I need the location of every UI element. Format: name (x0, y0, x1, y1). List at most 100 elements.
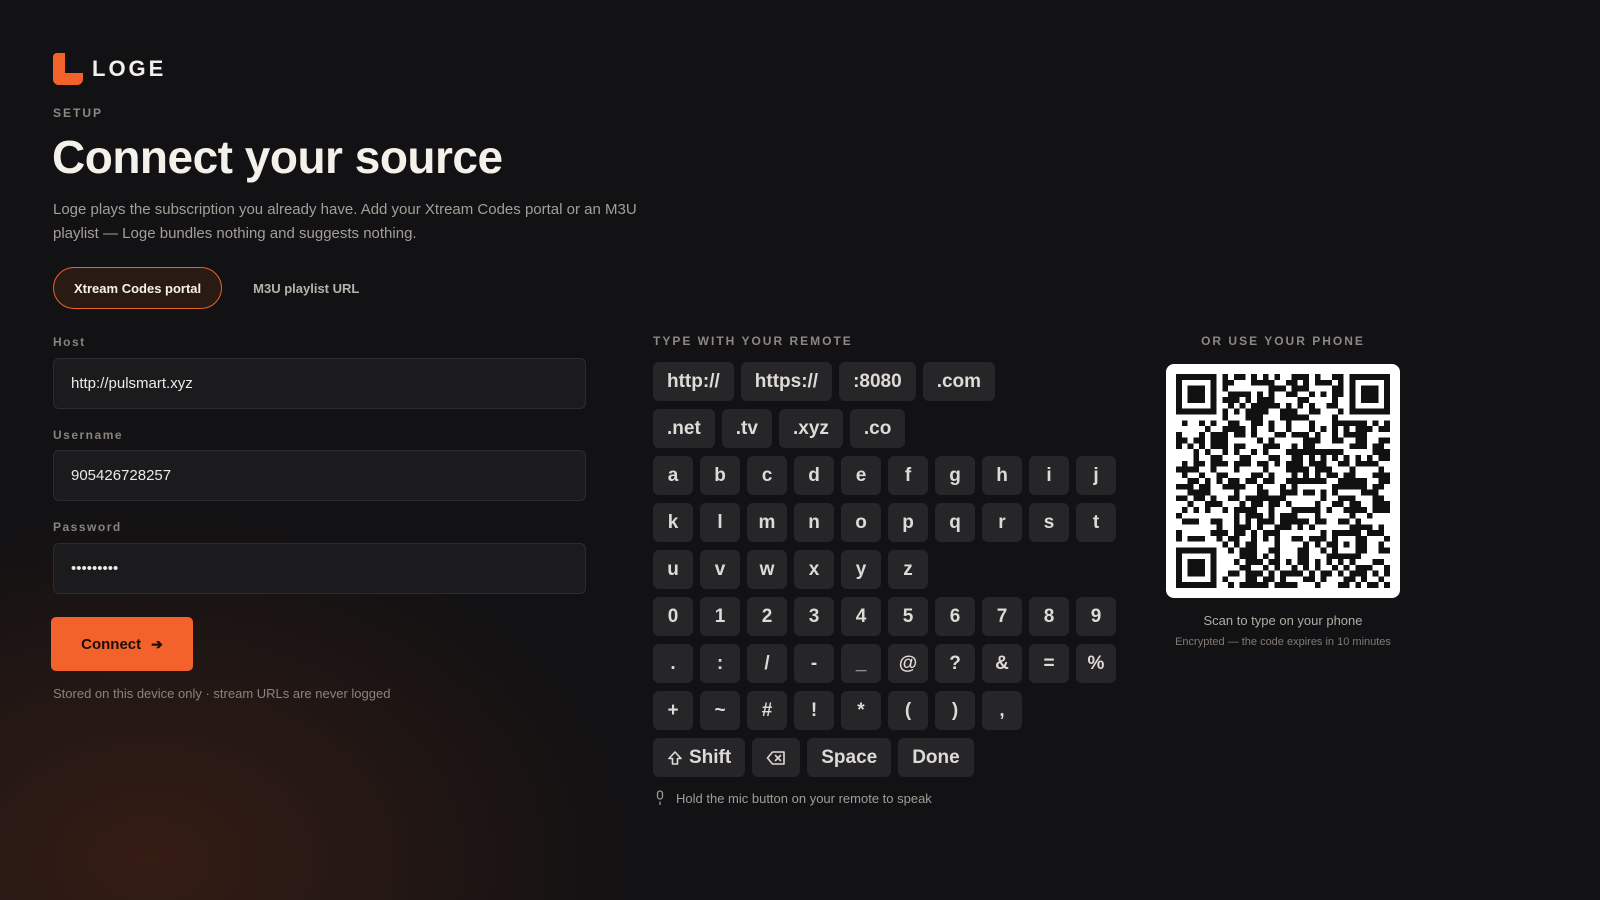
username-input[interactable] (53, 450, 586, 501)
key-digits[interactable]: 7 (982, 597, 1022, 636)
key-letters-row3[interactable]: z (888, 550, 928, 589)
space-key[interactable]: Space (807, 738, 892, 777)
key-digits[interactable]: 6 (935, 597, 975, 636)
key-digits[interactable]: 1 (700, 597, 740, 636)
host-label: Host (53, 335, 86, 349)
key-symbols-row2[interactable]: ( (888, 691, 928, 730)
key-letters-row1[interactable]: f (888, 456, 928, 495)
key-symbols-row1[interactable]: . (653, 644, 693, 683)
qr-code-image (1176, 374, 1390, 588)
key-symbols-row1[interactable]: = (1029, 644, 1069, 683)
key-letters-row1[interactable]: d (794, 456, 834, 495)
key-letters-row1[interactable]: a (653, 456, 693, 495)
shift-arrow-icon (668, 750, 682, 765)
key-digits[interactable]: 8 (1029, 597, 1069, 636)
key-letters-row3[interactable]: y (841, 550, 881, 589)
key-symbols-row1[interactable]: ? (935, 644, 975, 683)
keyboard-shortcuts-row-2: .net .tv .xyz .co (653, 409, 912, 448)
key-letters-row2[interactable]: n (794, 503, 834, 542)
key-letters-row2[interactable]: q (935, 503, 975, 542)
phone-section-title: OR USE YOUR PHONE (1201, 334, 1365, 348)
key-letters-row1[interactable]: j (1076, 456, 1116, 495)
key-letters-row1[interactable]: b (700, 456, 740, 495)
key-letters-row2[interactable]: s (1029, 503, 1069, 542)
keyboard-letters-row-1: abcdefghij (653, 456, 1123, 495)
key-symbols-row1[interactable]: % (1076, 644, 1116, 683)
qr-code (1166, 364, 1400, 598)
key-letters-row3[interactable]: w (747, 550, 787, 589)
keyboard-digits-row: 0123456789 (653, 597, 1123, 636)
password-label: Password (53, 520, 122, 534)
key-digits[interactable]: 5 (888, 597, 928, 636)
keyboard-title: TYPE WITH YOUR REMOTE (653, 334, 853, 348)
username-label: Username (53, 428, 124, 442)
keyboard-letters-row-2: klmnopqrst (653, 503, 1123, 542)
key-letters-row1[interactable]: h (982, 456, 1022, 495)
brand-name: LOGE (92, 56, 167, 81)
section-eyebrow: SETUP (53, 106, 104, 120)
key-shortcut[interactable]: https:// (740, 362, 833, 401)
key-letters-row1[interactable]: g (935, 456, 975, 495)
backspace-icon (766, 750, 786, 765)
mic-hint-text: Hold the mic button on your remote to sp… (676, 790, 932, 806)
key-shortcut[interactable]: .xyz (778, 409, 843, 448)
key-symbols-row2[interactable]: , (982, 691, 1022, 730)
key-symbols-row1[interactable]: _ (841, 644, 881, 683)
keyboard-shortcuts-row-1: http:// https:// :8080 .com (653, 362, 1002, 401)
backspace-key[interactable] (752, 738, 801, 777)
keyboard-actions-row: Shift Space Done (653, 738, 981, 777)
shift-key[interactable]: Shift (653, 738, 746, 777)
loge-logo-icon (53, 53, 83, 85)
key-letters-row1[interactable]: i (1029, 456, 1069, 495)
key-symbols-row2[interactable]: ) (935, 691, 975, 730)
key-letters-row2[interactable]: p (888, 503, 928, 542)
page-description: Loge plays the subscription you already … (53, 201, 637, 242)
key-shortcut[interactable]: http:// (653, 362, 734, 401)
key-shortcut[interactable]: .com (922, 362, 996, 401)
key-symbols-row2[interactable]: ! (794, 691, 834, 730)
connect-button-label: Connect (81, 635, 142, 653)
key-letters-row3[interactable]: x (794, 550, 834, 589)
key-symbols-row1[interactable]: : (700, 644, 740, 683)
key-symbols-row1[interactable]: / (747, 644, 787, 683)
key-digits[interactable]: 4 (841, 597, 881, 636)
key-symbols-row2[interactable]: ~ (700, 691, 740, 730)
tab-m3u-playlist[interactable]: M3U playlist URL (233, 267, 379, 309)
key-symbols-row1[interactable]: & (982, 644, 1022, 683)
key-letters-row2[interactable]: t (1076, 503, 1116, 542)
key-shortcut[interactable]: .tv (721, 409, 772, 448)
key-letters-row1[interactable]: c (747, 456, 787, 495)
key-letters-row1[interactable]: e (841, 456, 881, 495)
key-symbols-row1[interactable]: @ (888, 644, 928, 683)
keyboard-symbols-row-1: .: / - _ @? & =% (653, 644, 1123, 683)
qr-caption: Scan to type on your phone (1203, 613, 1363, 628)
key-symbols-row2[interactable]: # (747, 691, 787, 730)
keyboard-symbols-row-2: + ~ #! *(), (653, 691, 1029, 730)
key-digits[interactable]: 0 (653, 597, 693, 636)
shift-key-label: Shift (689, 746, 732, 768)
key-digits[interactable]: 9 (1076, 597, 1116, 636)
connect-button[interactable]: Connect ➔ (51, 617, 193, 671)
password-input[interactable] (53, 543, 586, 594)
key-letters-row2[interactable]: l (700, 503, 740, 542)
key-symbols-row2[interactable]: * (841, 691, 881, 730)
key-shortcut[interactable]: .net (653, 409, 715, 448)
key-symbols-row2[interactable]: + (653, 691, 693, 730)
key-shortcut[interactable]: .co (849, 409, 906, 448)
key-letters-row3[interactable]: u (653, 550, 693, 589)
key-letters-row2[interactable]: m (747, 503, 787, 542)
tab-xtream-codes[interactable]: Xtream Codes portal (53, 267, 223, 309)
keyboard-letters-row-3: uvwxyz (653, 550, 935, 589)
key-digits[interactable]: 2 (747, 597, 787, 636)
key-digits[interactable]: 3 (794, 597, 834, 636)
qr-expiry-note: Encrypted — the code expires in 10 minut… (1175, 636, 1391, 648)
key-letters-row2[interactable]: o (841, 503, 881, 542)
page-title: Connect your source (52, 131, 503, 183)
key-letters-row3[interactable]: v (700, 550, 740, 589)
done-key[interactable]: Done (898, 738, 974, 777)
key-letters-row2[interactable]: r (982, 503, 1022, 542)
key-letters-row2[interactable]: k (653, 503, 693, 542)
host-input[interactable] (53, 358, 586, 409)
key-symbols-row1[interactable]: - (794, 644, 834, 683)
key-shortcut[interactable]: :8080 (839, 362, 916, 401)
